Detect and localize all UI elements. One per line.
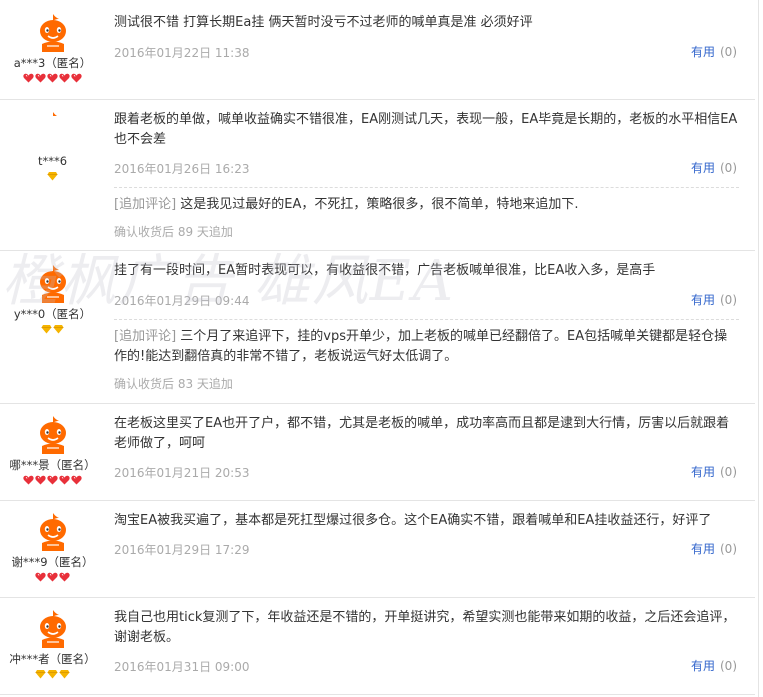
append-text: 这是我见过最好的EA，不死扛，策略很多，很不简单，特地来追加下. [180,197,579,212]
rank-badge [0,669,105,681]
review-date: 2016年01月22日 11:38 [114,46,250,60]
review-date: 2016年01月26日 16:23 [114,162,250,176]
diamond-icon [47,670,58,679]
diamond-icon [59,670,70,679]
heart-icon [47,73,58,83]
reviewer-name: y***0（匿名） [13,307,92,321]
review-text: 我自己也用tick复测了下，年收益还是不错的，开单挺讲究，希望实测也能带来如期的… [114,610,736,645]
heart-icon [35,572,46,582]
review-item: t***6 跟着老板的单做，喊单收益确实不错很准，EA刚测试几天，表现一般，EA… [0,100,755,251]
review-item: 谢***9（匿名） 淘宝EA被我买遍了，基本都是死扛型爆过很多仓。这个EA确实不… [0,501,755,598]
heart-icon [47,475,58,485]
review-content: 挂了有一段时间，EA暂时表现可以，有收益很不错，广告老板喊单很准，比EA收入多，… [114,261,739,394]
diamond-icon [35,670,46,679]
heart-icon [35,475,46,485]
reviewer: t***6 [0,110,105,183]
append-text: 三个月了来追评下，挂的vps开单少，加上老板的喊单已经翻倍了。EA包括喊单关键都… [114,329,728,364]
heart-icon [47,572,58,582]
useful-button[interactable]: 有用 [691,161,715,175]
review-content: 淘宝EA被我买遍了，基本都是死扛型爆过很多仓。这个EA确实不错，跟着喊单和EA挂… [114,511,739,559]
useful-count: (0) [720,161,737,175]
review-text: 跟着老板的单做，喊单收益确实不错很准，EA刚测试几天，表现一般，EA毕竟是长期的… [114,112,738,147]
review-text: 在老板这里买了EA也开了户，都不错，尤其是老板的喊单，成功率高而且都是逮到大行情… [114,416,730,451]
heart-icon [71,475,82,485]
review-content: 跟着老板的单做，喊单收益确实不错很准，EA刚测试几天，表现一般，EA毕竟是长期的… [114,110,739,242]
reviewer-name: 冲***者（匿名） [9,652,96,666]
appended-review: [追加评论] 三个月了来追评下，挂的vps开单少，加上老板的喊单已经翻倍了。EA… [114,319,739,367]
review-date: 2016年01月29日 09:44 [114,294,250,308]
review-date: 2016年01月29日 17:29 [114,543,250,557]
avatar [32,263,73,303]
useful-button[interactable]: 有用 [691,293,715,307]
rank-badge [0,324,105,336]
review-content: 我自己也用tick复测了下，年收益还是不错的，开单挺讲究，希望实测也能带来如期的… [114,608,739,676]
useful-button[interactable]: 有用 [691,465,715,479]
reviewer: y***0（匿名） [0,263,105,336]
reviewer-name: 哪***景（匿名） [9,458,96,472]
heart-icon [35,73,46,83]
reviewer: 哪***景（匿名） [0,414,105,487]
appended-review: [追加评论] 这是我见过最好的EA，不死扛，策略很多，很不简单，特地来追加下. [114,187,739,215]
review-item: y***0（匿名） 挂了有一段时间，EA暂时表现可以，有收益很不错，广告老板喊单… [0,251,755,404]
append-tag: [追加评论] [114,329,177,344]
append-note: 确认收货后 89 天追加 [114,225,233,239]
useful-count: (0) [720,542,737,556]
review-item: a***3（匿名） 测试很不错 打算长期Ea挂 俩天暂时没亏不过老师的喊单真是准… [0,0,755,100]
useful-count: (0) [720,293,737,307]
diamond-icon [53,325,64,334]
diamond-icon [41,325,52,334]
review-date: 2016年01月21日 20:53 [114,466,250,480]
review-date: 2016年01月31日 09:00 [114,660,250,674]
review-content: 测试很不错 打算长期Ea挂 俩天暂时没亏不过老师的喊单真是准 必须好评 2016… [114,13,739,62]
avatar [32,608,73,648]
rank-badge [0,572,105,584]
append-note: 确认收货后 83 天追加 [114,377,233,391]
useful-count: (0) [720,465,737,479]
heart-icon [59,572,70,582]
reviewer-name: t***6 [37,154,68,168]
right-border [758,0,759,697]
useful-count: (0) [720,45,737,59]
heart-icon [59,475,70,485]
rank-badge [0,475,105,487]
rank-badge [0,73,105,85]
useful-button[interactable]: 有用 [691,45,715,59]
review-item: 冲***者（匿名） 我自己也用tick复测了下，年收益还是不错的，开单挺讲究，希… [0,598,755,695]
diamond-icon [47,172,58,181]
heart-icon [23,73,34,83]
review-text: 测试很不错 打算长期Ea挂 俩天暂时没亏不过老师的喊单真是准 必须好评 [114,15,533,30]
useful-count: (0) [720,659,737,673]
avatar [32,414,73,454]
append-tag: [追加评论] [114,197,177,212]
heart-icon [23,475,34,485]
avatar [32,110,73,116]
review-text: 挂了有一段时间，EA暂时表现可以，有收益很不错，广告老板喊单很准，比EA收入多，… [114,263,656,278]
reviewer: 冲***者（匿名） [0,608,105,681]
reviewer-name: a***3（匿名） [13,56,92,70]
heart-icon [71,73,82,83]
avatar [32,12,73,52]
review-content: 在老板这里买了EA也开了户，都不错，尤其是老板的喊单，成功率高而且都是逮到大行情… [114,414,739,482]
useful-button[interactable]: 有用 [691,542,715,556]
reviewer: 谢***9（匿名） [0,511,105,584]
reviewer-name: 谢***9（匿名） [11,555,94,569]
heart-icon [59,73,70,83]
reviewer: a***3（匿名） [0,12,105,85]
review-item: 哪***景（匿名） 在老板这里买了EA也开了户，都不错，尤其是老板的喊单，成功率… [0,404,755,501]
avatar [32,511,73,551]
rank-badge [0,171,105,183]
review-text: 淘宝EA被我买遍了，基本都是死扛型爆过很多仓。这个EA确实不错，跟着喊单和EA挂… [114,513,712,528]
useful-button[interactable]: 有用 [691,659,715,673]
